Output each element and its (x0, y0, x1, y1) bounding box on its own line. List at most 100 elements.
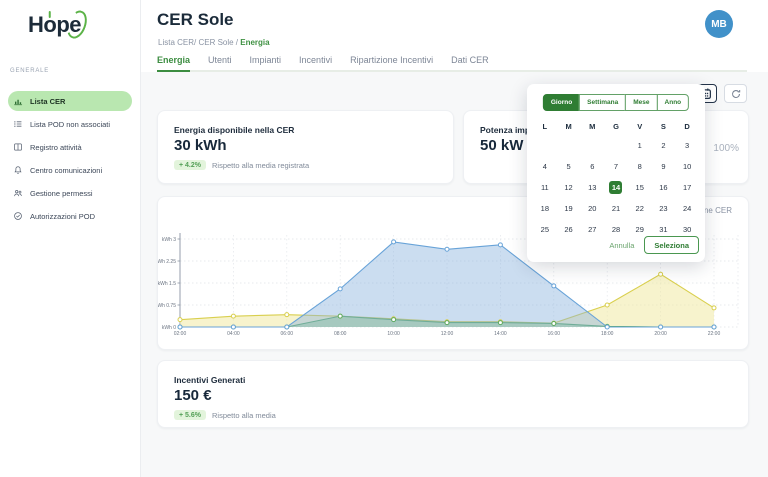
avatar[interactable]: MB (705, 10, 733, 38)
calendar-day-30[interactable]: 30 (675, 223, 699, 236)
card-value: 30 kWh (174, 137, 227, 154)
delta-note: Rispetto alla media (212, 411, 276, 420)
date-picker-popup: GiornoSettimanaMeseAnno LMMGVSD123456789… (527, 84, 705, 262)
calendar-day-19[interactable]: 19 (557, 202, 581, 215)
calendar-day-empty (557, 139, 581, 152)
sidebar-item-registro-attivit-[interactable]: Registro attività (8, 137, 132, 157)
sidebar-item-centro-comunicazioni[interactable]: Centro comunicazioni (8, 160, 132, 180)
bell-icon (13, 165, 23, 175)
sidebar-item-label: Centro comunicazioni (30, 166, 102, 175)
users-icon (13, 188, 23, 198)
calendar-day-15[interactable]: 15 (628, 181, 652, 194)
calendar-day-2[interactable]: 2 (652, 139, 676, 152)
svg-text:16:00: 16:00 (548, 331, 561, 337)
calendar-day-24[interactable]: 24 (675, 202, 699, 215)
calendar-day-4[interactable]: 4 (533, 160, 557, 173)
svg-text:06:00: 06:00 (281, 331, 294, 337)
svg-text:08:00: 08:00 (334, 331, 347, 337)
mode-button-mese[interactable]: Mese (625, 94, 657, 111)
sidebar-item-label: Gestione permessi (30, 189, 93, 198)
sidebar-item-lista-pod-non-associati[interactable]: Lista POD non associati (8, 114, 132, 134)
calendar-day-16[interactable]: 16 (652, 181, 676, 194)
breadcrumb-current: Energia (240, 38, 269, 47)
calendar-day-27[interactable]: 27 (580, 223, 604, 236)
logo-letter: o (43, 12, 56, 38)
page-title: CER Sole (157, 10, 234, 30)
calendar-day-empty (604, 139, 628, 152)
calendar-grid: LMMGVSD123456789101112131415161718192021… (533, 122, 699, 236)
percent-value: 100% (713, 143, 739, 154)
svg-text:kWh 3: kWh 3 (162, 237, 176, 243)
book-icon (13, 142, 23, 152)
sidebar-item-autorizzazioni-pod[interactable]: Autorizzazioni POD (8, 206, 132, 226)
tab-energia[interactable]: Energia (157, 55, 190, 72)
delta-badge: + 4.2% (174, 160, 206, 170)
sidebar-section-label: GENERALE (10, 68, 49, 74)
mode-button-giorno[interactable]: Giorno (543, 94, 580, 111)
breadcrumb-prefix[interactable]: Lista CER/ CER Sole / (158, 38, 240, 47)
calendar-day-31[interactable]: 31 (652, 223, 676, 236)
card-title: Energia disponibile nella CER (174, 125, 294, 135)
delta-note: Rispetto alla media registrata (212, 161, 309, 170)
card-value: 50 kW (480, 137, 523, 154)
tab-bar: Energia Utenti Impianti Incentivi Ripartizio… (157, 55, 747, 72)
calendar-day-14[interactable]: 14 (604, 181, 628, 194)
sidebar: Hope GENERALE Lista CER Lista POD non ass… (0, 0, 141, 477)
tab-dati-cer[interactable]: Dati CER (451, 55, 489, 70)
calendar-day-22[interactable]: 22 (628, 202, 652, 215)
calendar-day-8[interactable]: 8 (628, 160, 652, 173)
weekday-label: S (652, 122, 676, 131)
calendar-day-7[interactable]: 7 (604, 160, 628, 173)
weekday-label: L (533, 122, 557, 131)
sidebar-menu: Lista CER Lista POD non associati Registro… (0, 88, 140, 229)
card-value: 150 € (174, 387, 212, 404)
app-logo: Hope (28, 12, 81, 38)
calendar-day-6[interactable]: 6 (580, 160, 604, 173)
calendar-day-21[interactable]: 21 (604, 202, 628, 215)
mode-button-anno[interactable]: Anno (657, 94, 690, 111)
calendar-day-18[interactable]: 18 (533, 202, 557, 215)
calendar-day-9[interactable]: 9 (652, 160, 676, 173)
confirm-button[interactable]: Seleziona (644, 236, 699, 254)
sidebar-item-gestione-permessi[interactable]: Gestione permessi (8, 183, 132, 203)
tab-ripartizione-incentivi[interactable]: Ripartizione Incentivi (350, 55, 433, 70)
calendar-day-5[interactable]: 5 (557, 160, 581, 173)
svg-text:10:00: 10:00 (387, 331, 400, 337)
bar-chart-icon (13, 96, 23, 106)
tab-utenti[interactable]: Utenti (208, 55, 232, 70)
mode-button-settimana[interactable]: Settimana (579, 94, 626, 111)
weekday-label: G (604, 122, 628, 131)
calendar-day-1[interactable]: 1 (628, 139, 652, 152)
calendar-day-13[interactable]: 13 (580, 181, 604, 194)
sidebar-item-label: Lista POD non associati (30, 120, 110, 129)
cancel-button[interactable]: Annulla (609, 241, 634, 250)
calendar-day-23[interactable]: 23 (652, 202, 676, 215)
breadcrumb[interactable]: Lista CER/ CER Sole / Energia (158, 38, 270, 47)
refresh-icon[interactable] (724, 84, 747, 103)
svg-text:04:00: 04:00 (227, 331, 240, 337)
card-title: Incentivi Generati (174, 375, 245, 385)
logo-letter: H (28, 12, 43, 38)
tab-incentivi[interactable]: Incentivi (299, 55, 332, 70)
svg-text:02:00: 02:00 (174, 331, 187, 337)
calendar-day-3[interactable]: 3 (675, 139, 699, 152)
sidebar-item-label: Registro attività (30, 143, 82, 152)
calendar-day-25[interactable]: 25 (533, 223, 557, 236)
calendar-day-10[interactable]: 10 (675, 160, 699, 173)
calendar-day-20[interactable]: 20 (580, 202, 604, 215)
sidebar-item-lista-cer[interactable]: Lista CER (8, 91, 132, 111)
weekday-label: V (628, 122, 652, 131)
calendar-day-11[interactable]: 11 (533, 181, 557, 194)
calendar-day-26[interactable]: 26 (557, 223, 581, 236)
weekday-label: M (557, 122, 581, 131)
list-icon (13, 119, 23, 129)
calendar-day-17[interactable]: 17 (675, 181, 699, 194)
calendar-day-29[interactable]: 29 (628, 223, 652, 236)
calendar-day-empty (580, 139, 604, 152)
card-incentivi-generati: Incentivi Generati 150 € + 5.6% Rispetto… (157, 360, 749, 428)
tab-impianti[interactable]: Impianti (250, 55, 282, 70)
app-screen: Hope GENERALE Lista CER Lista POD non ass… (0, 0, 768, 477)
svg-text:kWh 0.75: kWh 0.75 (158, 303, 176, 309)
calendar-day-12[interactable]: 12 (557, 181, 581, 194)
calendar-day-28[interactable]: 28 (604, 223, 628, 236)
